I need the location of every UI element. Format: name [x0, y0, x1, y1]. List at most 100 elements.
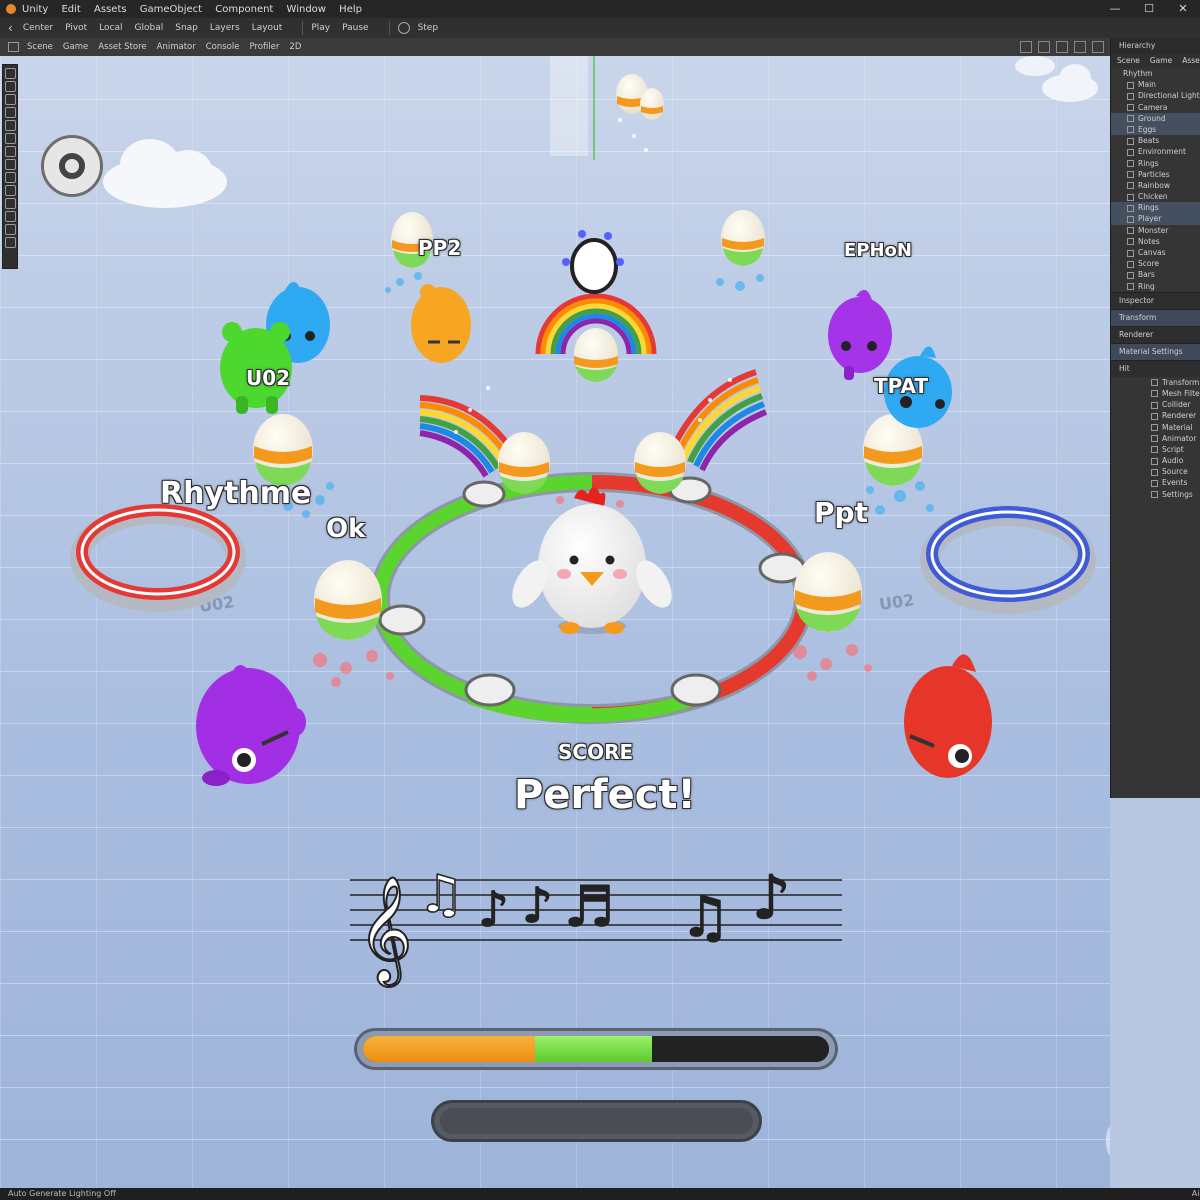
hierarchy-item[interactable]: Main [1111, 79, 1200, 90]
left-target-ring[interactable] [70, 504, 246, 612]
hit-section[interactable]: Hit [1111, 359, 1200, 377]
menu-item-edit[interactable]: Edit [61, 4, 80, 15]
monster-orange[interactable] [411, 284, 471, 363]
hierarchy-root[interactable]: Rhythm [1111, 68, 1200, 79]
toolbar-center-button[interactable]: Center [23, 23, 53, 33]
snap-tool-icon[interactable] [4, 224, 16, 235]
chicken-player[interactable] [505, 487, 679, 634]
hierarchy-item[interactable]: Monster [1111, 225, 1200, 236]
step-icon[interactable] [397, 22, 410, 34]
inspector-sub-item[interactable]: Collider [1111, 399, 1200, 410]
view-mode-2d-toggle[interactable]: 2D [289, 42, 301, 52]
transform-tool-icon[interactable] [4, 133, 16, 144]
egg-ring-left[interactable] [498, 432, 550, 494]
egg-top-right[interactable] [721, 210, 765, 266]
transform-section[interactable]: Transform [1111, 308, 1200, 326]
hierarchy-item[interactable]: Chicken [1111, 191, 1200, 202]
right-target-ring[interactable] [920, 506, 1096, 614]
inspector-sub-item[interactable]: Mesh Filter [1111, 388, 1200, 399]
egg-under-rainbow[interactable] [574, 328, 618, 382]
hierarchy-item[interactable]: Beats [1111, 135, 1200, 146]
hierarchy-item[interactable]: Eggs [1111, 123, 1200, 136]
menu-item-unity[interactable]: Unity [22, 4, 48, 15]
hierarchy-item[interactable]: Directional Light [1111, 90, 1200, 101]
custom-tool-icon[interactable] [4, 146, 16, 157]
hierarchy-item[interactable]: Player [1111, 213, 1200, 225]
hierarchy-tab-game[interactable]: Game [1150, 54, 1172, 68]
toolbar-snap-button[interactable]: Snap [175, 23, 198, 33]
shading-mode-icon[interactable] [1020, 41, 1032, 53]
hierarchy-tab-asset[interactable]: Asset [1182, 54, 1200, 68]
hierarchy-item[interactable]: Bars [1111, 269, 1200, 280]
menu-item-assets[interactable]: Assets [94, 4, 127, 15]
tab-scene[interactable]: Scene [27, 42, 53, 52]
egg-left-low[interactable] [314, 560, 382, 640]
toolbar-pivot-button[interactable]: Pivot [65, 23, 87, 33]
audio-tool-icon[interactable] [4, 198, 16, 209]
inspector-sub-item[interactable]: Audio [1111, 455, 1200, 466]
monster-red[interactable] [904, 654, 992, 778]
inspector-sub-item[interactable]: Transform [1111, 377, 1200, 388]
play-button[interactable]: Play [311, 23, 330, 33]
hierarchy-item[interactable]: Rings [1111, 158, 1200, 169]
hierarchy-item[interactable]: Notes [1111, 236, 1200, 247]
search-icon[interactable] [1092, 41, 1104, 53]
inspector-sub-item[interactable]: Material [1111, 422, 1200, 433]
egg-top-center[interactable] [616, 74, 664, 120]
inspector-sub-item[interactable]: Settings [1111, 489, 1200, 500]
pause-button[interactable]: Pause [342, 23, 368, 33]
inspector-sub-item[interactable]: Source [1111, 466, 1200, 477]
monster-purple-left[interactable] [196, 665, 306, 786]
move-tool-icon[interactable] [4, 81, 16, 92]
inspector-sub-item[interactable]: Animator [1111, 433, 1200, 444]
egg-right-low[interactable] [794, 552, 862, 632]
inspector-sub-item[interactable]: Script [1111, 444, 1200, 455]
inspector-section[interactable]: Inspector [1111, 291, 1200, 309]
scene-orientation-gizmo-icon[interactable] [41, 135, 103, 197]
back-arrow-icon[interactable]: ‹ [8, 21, 13, 35]
hierarchy-item[interactable]: Particles [1111, 169, 1200, 180]
camera-tool-icon[interactable] [4, 185, 16, 196]
maximize-button[interactable]: ☐ [1132, 0, 1166, 18]
menu-item-gameobject[interactable]: GameObject [140, 4, 202, 15]
hierarchy-item[interactable]: Camera [1111, 102, 1200, 113]
gizmos-icon[interactable] [1074, 41, 1086, 53]
hierarchy-item[interactable]: Rainbow [1111, 180, 1200, 191]
menu-item-component[interactable]: Component [215, 4, 273, 15]
toolbar-local-button[interactable]: Local [99, 23, 122, 33]
hierarchy-item[interactable]: Rings [1111, 202, 1200, 214]
toolbar-layers-button[interactable]: Layers [210, 23, 240, 33]
egg-special[interactable] [562, 230, 624, 294]
toolbar-global-button[interactable]: Global [135, 23, 164, 33]
light-tool-icon[interactable] [4, 172, 16, 183]
tab-game[interactable]: Game [63, 42, 88, 52]
tab-console[interactable]: Console [206, 42, 240, 52]
scale-tool-icon[interactable] [4, 107, 16, 118]
tab-animator[interactable]: Animator [157, 42, 196, 52]
audio-toggle-icon[interactable] [1038, 41, 1050, 53]
menu-item-help[interactable]: Help [339, 4, 362, 15]
hierarchy-item[interactable]: Environment [1111, 146, 1200, 157]
monster-purple-right[interactable] [828, 289, 892, 380]
inspector-sub-item[interactable]: Renderer [1111, 410, 1200, 421]
material-section[interactable]: Material Settings [1111, 342, 1200, 360]
hierarchy-item[interactable]: Score [1111, 258, 1200, 269]
egg-ring-right[interactable] [634, 432, 686, 494]
inspector-sub-item[interactable]: Events [1111, 477, 1200, 488]
scene-viewport[interactable]: U02 U02 𝄞 ♫ ♪ ♪ ♬ ♫ ♪ PP2 EPHoN U02 TPAT… [0, 56, 1110, 1192]
hierarchy-item[interactable]: Ground [1111, 112, 1200, 124]
renderer-section[interactable]: Renderer [1111, 325, 1200, 343]
tab-asset-store[interactable]: Asset Store [98, 42, 146, 52]
toolbar-layout-button[interactable]: Layout [252, 23, 283, 33]
menu-item-window[interactable]: Window [287, 4, 326, 15]
hierarchy-item[interactable]: Ring [1111, 281, 1200, 292]
minimize-button[interactable]: — [1098, 0, 1132, 18]
close-button[interactable]: ✕ [1166, 0, 1200, 18]
hierarchy-item[interactable]: Canvas [1111, 247, 1200, 258]
step-button[interactable]: Step [418, 23, 439, 33]
effects-toggle-icon[interactable] [1056, 41, 1068, 53]
paint-tool-icon[interactable] [4, 159, 16, 170]
grid-tool-icon[interactable] [4, 211, 16, 222]
hand-tool-icon[interactable] [4, 68, 16, 79]
hierarchy-tab-scene[interactable]: Scene [1117, 54, 1140, 68]
